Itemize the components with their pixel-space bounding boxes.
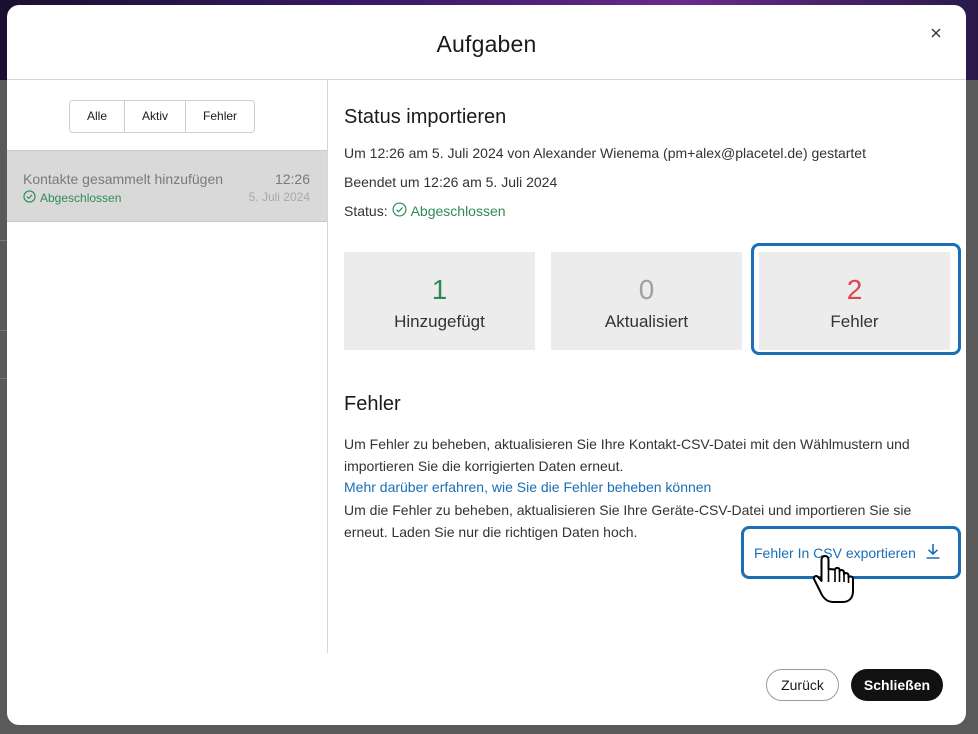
filter-segmented-control: Alle Aktiv Fehler [69, 100, 256, 133]
close-button[interactable]: Schließen [851, 669, 943, 701]
errors-title: Fehler [344, 393, 401, 415]
started-info: Um 12:26 am 5. Juli 2024 von Alexander W… [344, 145, 866, 161]
check-circle-icon [392, 202, 407, 220]
back-button[interactable]: Zurück [766, 669, 839, 701]
hand-cursor-icon [811, 553, 859, 610]
errors-paragraph-1: Um Fehler zu beheben, aktualisieren Sie … [344, 433, 949, 477]
task-list-panel: Alle Aktiv Fehler Kontakte gesammelt hin… [7, 80, 328, 653]
errors-card-highlight [751, 243, 961, 355]
stat-card-added: 1 Hinzugefügt [344, 252, 535, 350]
status-info: Status: Abgeschlossen [344, 202, 506, 220]
filter-active-button[interactable]: Aktiv [125, 101, 187, 132]
stat-card-updated: 0 Aktualisiert [551, 252, 742, 350]
filter-error-button[interactable]: Fehler [186, 101, 255, 132]
modal-header: Aufgaben [7, 5, 966, 80]
stat-added-label: Hinzugefügt [394, 312, 485, 331]
task-time: 12:26 [274, 171, 310, 187]
import-status-title: Status importieren [344, 106, 507, 128]
stat-updated-value: 0 [638, 274, 655, 305]
stat-updated-label: Aktualisiert [604, 312, 689, 331]
stat-added-value: 1 [431, 274, 448, 305]
task-status-label: Abgeschlossen [40, 191, 122, 205]
errors-paragraph-1-line-1: Um Fehler zu beheben, aktualisieren Sie … [344, 436, 910, 452]
errors-paragraph-1-line-2: importieren Sie die korrigierten Daten e… [344, 458, 624, 474]
download-icon [924, 542, 942, 563]
tasks-modal: Aufgaben Alle Aktiv Fehler Kontakte gesa… [7, 5, 966, 725]
task-date: 5. Juli 2024 [248, 190, 310, 204]
learn-more-link[interactable]: Mehr darüber erfahren, wie Sie die Fehle… [344, 479, 711, 495]
task-status: Abgeschlossen [23, 190, 121, 206]
ended-info: Beendet um 12:26 am 5. Juli 2024 [344, 174, 558, 190]
task-detail-panel: Status importieren Um 12:26 am 5. Juli 2… [344, 80, 961, 660]
check-circle-icon [23, 190, 36, 206]
errors-paragraph-2-line-1: Um die Fehler zu beheben, aktualisieren … [344, 502, 912, 518]
close-icon[interactable] [928, 25, 944, 41]
modal-title: Aufgaben [436, 31, 537, 57]
task-list-item[interactable]: Kontakte gesammelt hinzufügen 12:26 Abge… [7, 150, 327, 222]
filter-all-button[interactable]: Alle [70, 101, 126, 132]
task-name: Kontakte gesammelt hinzufügen [23, 171, 224, 187]
status-label: Status: [344, 203, 388, 219]
status-value: Abgeschlossen [410, 203, 506, 219]
